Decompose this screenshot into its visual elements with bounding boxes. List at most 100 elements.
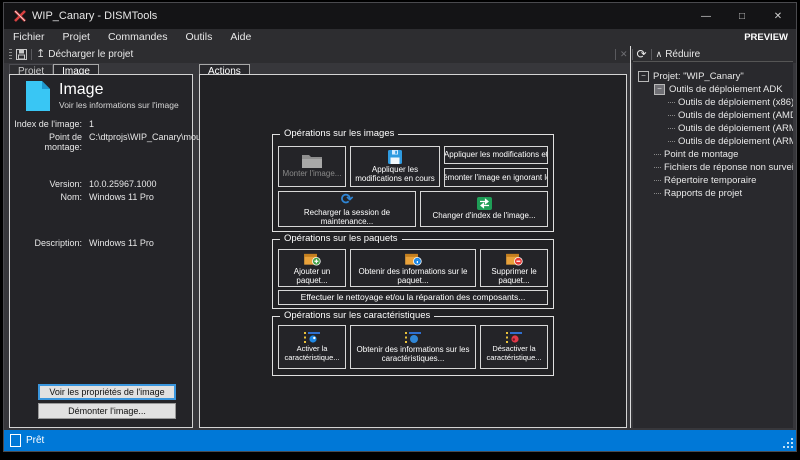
tree-item-label: Outils de déploiement (ARM)	[678, 123, 793, 134]
tree-item-label: Outils de déploiement (x86)	[678, 97, 793, 108]
maximize-button[interactable]: □	[724, 3, 760, 29]
close-panel-icon[interactable]: ✕	[620, 46, 628, 63]
menu-aide[interactable]: Aide	[221, 29, 260, 46]
feature-enable-icon	[304, 331, 321, 344]
disable-feature-button[interactable]: Désactiver la caractéristique...	[480, 325, 548, 369]
button-label: Obtenir des informations sur les caracté…	[352, 345, 474, 363]
package-add-icon	[303, 251, 321, 266]
collapse-button[interactable]: Réduire	[665, 49, 700, 60]
discard-and-unmount-button[interactable]: Démonter l'image en ignorant les	[444, 168, 548, 187]
button-label: Recharger la session de maintenance...	[280, 208, 414, 226]
panel-heading: Image	[59, 81, 103, 99]
tree-item-adk-tools[interactable]: − Outils de déploiement ADK	[638, 83, 793, 96]
app-window: WIP_Canary - DISMTools — □ ✕ Fichier Pro…	[3, 2, 797, 452]
tree-item-unattend-files[interactable]: Fichiers de réponse non surveillés	[638, 161, 793, 174]
tree-item-label: Outils de déploiement ADK	[669, 84, 783, 95]
save-icon[interactable]	[16, 49, 27, 60]
status-document-icon	[10, 434, 21, 447]
tree-connector	[668, 115, 675, 116]
view-image-properties-button[interactable]: Voir les propriétés de l'image	[38, 384, 176, 400]
minimize-button[interactable]: —	[688, 3, 724, 29]
button-label: Démonter l'image en ignorant les	[444, 173, 548, 182]
button-label: Appliquer les modifications en cours	[352, 165, 438, 183]
tree-item-deploy-amd64[interactable]: Outils de déploiement (AMD64)	[638, 109, 793, 122]
close-button[interactable]: ✕	[760, 3, 796, 29]
button-label: Appliquer les modifications et	[444, 150, 548, 159]
toolbar-grip-handle[interactable]	[9, 49, 12, 60]
toolbar-separator	[651, 49, 652, 60]
toolbar-separator	[615, 49, 616, 60]
button-label: Changer d'index de l'image...	[432, 211, 535, 220]
toolbar-separator	[31, 49, 32, 60]
group-feature-operations: Opérations sur les caractéristiques Acti…	[272, 316, 554, 376]
feature-disable-icon	[506, 331, 523, 344]
unmount-image-button[interactable]: Démonter l'image...	[38, 403, 176, 419]
status-bar: Prêt	[4, 430, 796, 451]
apply-and-unmount-button[interactable]: Appliquer les modifications et	[444, 146, 548, 164]
panel-divider	[630, 46, 631, 428]
enable-feature-button[interactable]: Activer la caractéristique...	[278, 325, 346, 369]
tree-item-deploy-x86[interactable]: Outils de déploiement (x86)	[638, 96, 793, 109]
field-value: C:\dtprojs\WIP_Canary\mount	[89, 132, 209, 152]
group-title: Opérations sur les caractéristiques	[280, 310, 434, 321]
field-value: 1	[89, 119, 94, 129]
tree-item-project-root[interactable]: − Projet: "WIP_Canary"	[638, 70, 793, 83]
button-label: Activer la caractéristique...	[280, 345, 344, 362]
tree-item-temp-directory[interactable]: Répertoire temporaire	[638, 174, 793, 187]
tree-item-label: Outils de déploiement (AMD64)	[678, 110, 793, 121]
menu-projet[interactable]: Projet	[54, 29, 99, 46]
feature-info-button[interactable]: Obtenir des informations sur les caracté…	[350, 325, 476, 369]
preview-badge: PREVIEW	[744, 29, 788, 46]
package-info-button[interactable]: Obtenir des informations sur le paquet..…	[350, 249, 476, 287]
floppy-disk-icon	[388, 150, 402, 164]
title-bar[interactable]: WIP_Canary - DISMTools — □ ✕	[4, 3, 796, 29]
mount-image-button[interactable]: Monter l'image...	[278, 146, 346, 187]
tree-item-label: Projet: "WIP_Canary"	[653, 71, 744, 82]
tree-item-project-reports[interactable]: Rapports de projet	[638, 187, 793, 200]
remove-package-button[interactable]: Supprimer le paquet...	[480, 249, 548, 287]
image-info-panel: Image Voir les informations sur l'image …	[9, 74, 193, 428]
field-version: Version: 10.0.25967.1000	[10, 179, 192, 189]
project-tree-panel: − Projet: "WIP_Canary" − Outils de déplo…	[633, 61, 793, 428]
folder-icon	[302, 154, 322, 168]
apply-changes-button[interactable]: Appliquer les modifications en cours	[350, 146, 440, 187]
tree-connector	[654, 180, 661, 181]
field-mount-point: Point de montage: C:\dtprojs\WIP_Canary\…	[10, 132, 192, 152]
field-value: Windows 11 Pro	[89, 192, 154, 202]
menu-fichier[interactable]: Fichier	[4, 29, 54, 46]
component-cleanup-button[interactable]: Effectuer le nettoyage et/ou la réparati…	[278, 290, 548, 305]
unload-project-button[interactable]: Décharger le projet	[48, 49, 133, 60]
field-value: 10.0.25967.1000	[89, 179, 157, 189]
app-logo-icon	[13, 9, 27, 23]
collapse-expander-icon[interactable]: −	[638, 71, 649, 82]
menu-outils[interactable]: Outils	[176, 29, 221, 46]
reload-servicing-session-button[interactable]: ⟳ Recharger la session de maintenance...	[278, 191, 416, 227]
menu-commandes[interactable]: Commandes	[99, 29, 177, 46]
field-label: Point de montage:	[10, 132, 82, 152]
tree-connector	[654, 193, 661, 194]
tree-item-label: Fichiers de réponse non surveillés	[664, 162, 793, 173]
resize-grip[interactable]	[791, 446, 793, 448]
switch-image-index-button[interactable]: Changer d'index de l'image...	[420, 191, 548, 227]
tree-item-label: Répertoire temporaire	[664, 175, 756, 186]
feature-info-icon	[405, 331, 422, 344]
field-label: Index de l'image:	[10, 119, 82, 129]
collapse-expander-icon[interactable]: −	[654, 84, 665, 95]
toolbar-separator	[632, 49, 633, 60]
button-label: Désactiver la caractéristique...	[482, 345, 546, 362]
field-value: Windows 11 Pro	[89, 238, 154, 248]
package-info-icon	[404, 251, 422, 266]
tree-item-label: Rapports de projet	[664, 188, 742, 199]
actions-panel: Opérations sur les images Monter l'image…	[199, 74, 627, 428]
status-text: Prêt	[26, 435, 44, 446]
tree-item-mount-point[interactable]: Point de montage	[638, 148, 793, 161]
group-package-operations: Opérations sur les paquets Ajouter un pa…	[272, 239, 554, 309]
tree-connector	[654, 167, 661, 168]
tree-connector	[668, 102, 675, 103]
package-remove-icon	[505, 251, 523, 266]
tree-item-deploy-arm64[interactable]: Outils de déploiement (ARM64)	[638, 135, 793, 148]
add-package-button[interactable]: Ajouter un paquet...	[278, 249, 346, 287]
field-label: Description:	[10, 238, 82, 248]
field-label: Version:	[10, 179, 82, 189]
tree-item-deploy-arm[interactable]: Outils de déploiement (ARM)	[638, 122, 793, 135]
